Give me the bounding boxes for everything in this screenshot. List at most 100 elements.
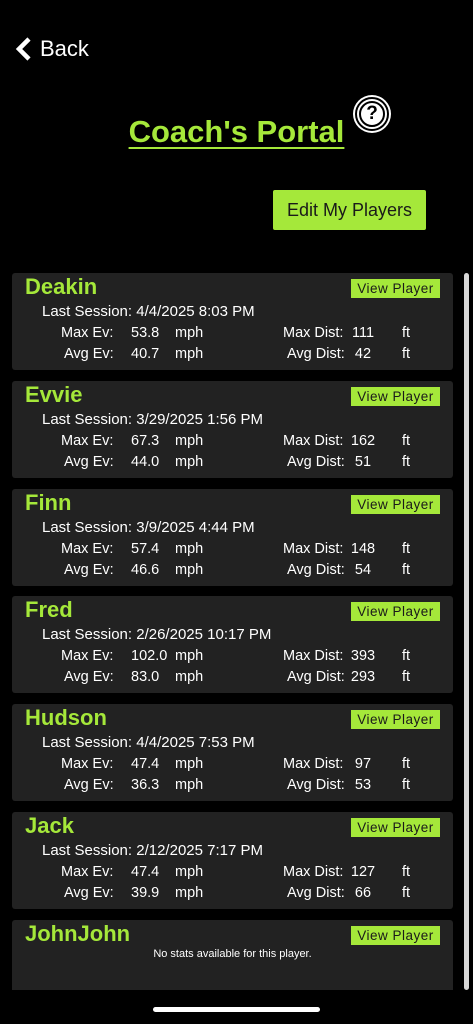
avg-ev-unit: mph <box>175 453 204 470</box>
avg-dist-value: 53 <box>354 777 372 794</box>
last-session-label: Last Session: <box>42 626 133 644</box>
max-ev-unit: mph <box>175 432 204 449</box>
avg-dist-unit: ft <box>402 885 411 901</box>
avg-ev-label: Avg Ev: <box>64 561 114 578</box>
max-ev-unit: mph <box>175 325 204 341</box>
player-card: Deakin View Player Last Session: 4/4/2025 … <box>12 273 453 370</box>
view-player-button[interactable]: View Player <box>351 279 440 298</box>
last-session: Last Session: 2/12/2025 7:17 PM <box>42 842 263 859</box>
view-player-button[interactable]: View Player <box>351 925 440 945</box>
max-ev-label: Max Ev: <box>61 864 114 880</box>
last-session-value: 3/9/2025 4:44 PM <box>136 518 255 536</box>
back-label: Back <box>40 36 89 61</box>
last-session-value: 2/12/2025 7:17 PM <box>136 842 263 859</box>
max-dist-value: 127 <box>350 864 376 880</box>
max-dist-value: 111 <box>351 325 375 341</box>
avg-dist-unit: ft <box>402 453 411 470</box>
last-session: Last Session: 4/4/2025 8:03 PM <box>42 303 255 320</box>
max-ev-value: 53.8 <box>131 325 160 341</box>
max-ev-value: 47.4 <box>131 864 160 880</box>
max-ev-label: Max Ev: <box>61 432 114 449</box>
player-name: Fred <box>25 597 73 623</box>
avg-ev-value: 44.0 <box>131 453 160 470</box>
avg-ev-label: Avg Ev: <box>64 453 114 470</box>
avg-dist-value: 42 <box>354 346 372 362</box>
max-dist-value: 393 <box>350 648 376 665</box>
home-indicator <box>153 1007 320 1012</box>
view-player-button[interactable]: View Player <box>351 602 440 622</box>
last-session: Last Session: 3/29/2025 1:56 PM <box>42 411 263 428</box>
last-session-value: 3/29/2025 1:56 PM <box>136 410 263 428</box>
last-session: Last Session: 3/9/2025 4:44 PM <box>42 519 255 536</box>
max-dist-unit: ft <box>402 864 411 880</box>
max-ev-value: 47.4 <box>131 756 160 773</box>
page-title: Coach's Portal <box>128 114 345 149</box>
last-session-value: 4/4/2025 7:53 PM <box>136 734 255 752</box>
max-dist-value: 97 <box>354 756 372 773</box>
avg-ev-label: Avg Ev: <box>64 885 114 901</box>
avg-ev-unit: mph <box>175 669 204 686</box>
avg-dist-value: 293 <box>350 669 376 686</box>
player-card: Evvie View Player Last Session: 3/29/2025 … <box>12 380 453 478</box>
avg-ev-value: 83.0 <box>131 669 160 686</box>
max-dist-unit: ft <box>402 432 411 449</box>
player-card: Finn View Player Last Session: 3/9/2025 4:… <box>12 488 453 586</box>
last-session-value: 2/26/2025 10:17 PM <box>136 626 272 644</box>
view-player-button[interactable]: View Player <box>351 494 440 514</box>
last-session-label: Last Session: <box>42 303 133 320</box>
last-session-label: Last Session: <box>42 842 133 859</box>
avg-ev-unit: mph <box>175 561 204 578</box>
max-dist-unit: ft <box>402 540 411 557</box>
view-player-button[interactable]: View Player <box>351 386 440 406</box>
avg-ev-unit: mph <box>175 346 204 362</box>
last-session-label: Last Session: <box>42 734 133 752</box>
max-ev-unit: mph <box>175 756 204 773</box>
player-card: Jack View Player Last Session: 2/12/2025 7… <box>12 812 453 909</box>
avg-ev-unit: mph <box>175 777 204 794</box>
max-ev-unit: mph <box>175 540 204 557</box>
avg-dist-value: 66 <box>354 885 372 901</box>
avg-dist-unit: ft <box>402 669 411 686</box>
last-session-label: Last Session: <box>42 410 133 428</box>
avg-ev-value: 46.6 <box>131 561 160 578</box>
question-icon: ? <box>359 101 385 127</box>
avg-ev-value: 39.9 <box>131 885 160 901</box>
player-name: Deakin <box>25 274 98 299</box>
max-ev-unit: mph <box>175 864 204 880</box>
last-session-label: Last Session: <box>42 518 133 536</box>
avg-ev-unit: mph <box>175 885 204 901</box>
avg-ev-label: Avg Ev: <box>64 777 114 794</box>
last-session: Last Session: 4/4/2025 7:53 PM <box>42 734 255 751</box>
last-session-value: 4/4/2025 8:03 PM <box>136 303 255 320</box>
chevron-left-icon <box>15 37 31 61</box>
view-player-button[interactable]: View Player <box>351 710 440 730</box>
back-button[interactable]: Back <box>14 36 89 62</box>
help-button[interactable]: ? <box>355 97 389 131</box>
player-name: Jack <box>25 813 74 838</box>
max-dist-unit: ft <box>402 325 411 341</box>
max-dist-unit: ft <box>402 648 411 665</box>
max-ev-label: Max Ev: <box>61 648 114 665</box>
player-card: JohnJohn View Player No stats available fo… <box>12 919 453 990</box>
edit-my-players-button[interactable]: Edit My Players <box>273 190 426 230</box>
max-ev-value: 102.0 <box>131 648 168 665</box>
player-name: Evvie <box>25 381 83 407</box>
view-player-button[interactable]: View Player <box>351 818 440 837</box>
last-session: Last Session: 2/26/2025 10:17 PM <box>42 626 271 643</box>
avg-dist-value: 51 <box>354 453 372 470</box>
no-stats-message: No stats available for this player. <box>153 947 312 960</box>
player-card: Fred View Player Last Session: 2/26/2025 1… <box>12 596 453 694</box>
scrollbar[interactable] <box>464 273 469 990</box>
max-ev-unit: mph <box>175 648 204 665</box>
avg-dist-unit: ft <box>402 777 411 794</box>
max-ev-label: Max Ev: <box>61 756 114 773</box>
avg-dist-unit: ft <box>402 561 411 578</box>
max-dist-unit: ft <box>402 756 411 773</box>
player-name: Finn <box>25 489 72 515</box>
player-card: Hudson View Player Last Session: 4/4/2025 … <box>12 704 453 802</box>
max-ev-label: Max Ev: <box>61 325 114 341</box>
player-list[interactable]: Deakin View Player Last Session: 4/4/2025 … <box>12 273 453 990</box>
avg-dist-value: 54 <box>354 561 372 578</box>
player-name: Hudson <box>25 705 107 731</box>
avg-ev-value: 40.7 <box>131 346 160 362</box>
